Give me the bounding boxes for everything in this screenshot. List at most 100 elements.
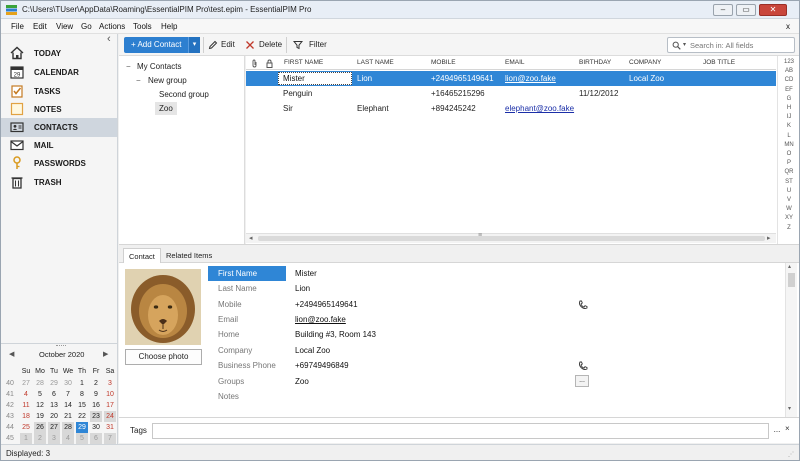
alphabet-index-item[interactable]: V	[778, 197, 799, 203]
calendar-day[interactable]: 14	[62, 400, 74, 411]
calendar-day[interactable]: 4	[62, 433, 74, 444]
calendar-day[interactable]: 1	[76, 378, 88, 389]
alphabet-index-item[interactable]: CD	[778, 77, 799, 83]
choose-photo-button[interactable]: Choose photo	[125, 349, 202, 365]
field-row[interactable]: Mobile +2494965149641	[208, 297, 768, 312]
calendar-day[interactable]: 7	[62, 389, 74, 400]
calendar-day[interactable]: 7	[104, 433, 116, 444]
minimize-button[interactable]: –	[713, 4, 733, 16]
tree-node-my-contacts[interactable]: My Contacts	[137, 62, 181, 71]
nav-notes[interactable]: NOTES	[1, 100, 117, 119]
calendar-day[interactable]: 6	[48, 389, 60, 400]
nav-contacts[interactable]: CONTACTS	[1, 118, 117, 137]
alphabet-index-item[interactable]: U	[778, 188, 799, 194]
cell-mobile[interactable]: +2494965149641	[431, 74, 494, 83]
menu-file[interactable]: File	[11, 22, 24, 31]
calendar-day[interactable]: 2	[90, 378, 102, 389]
calendar-day[interactable]: 28	[34, 378, 46, 389]
alphabet-index-item[interactable]: W	[778, 206, 799, 212]
field-value[interactable]: Zoo	[295, 377, 309, 386]
calendar-day[interactable]: 4	[20, 389, 32, 400]
cell-first-name[interactable]: Sir	[283, 104, 293, 113]
alphabet-index-item[interactable]: QR	[778, 169, 799, 175]
field-value[interactable]: Building #3, Room 143	[295, 330, 376, 339]
menu-go[interactable]: Go	[81, 22, 92, 31]
calendar-day[interactable]: 12	[34, 400, 46, 411]
calendar-day[interactable]: 15	[76, 400, 88, 411]
tree-collapse-toggle[interactable]: −	[136, 76, 141, 85]
calendar-day[interactable]: 30	[62, 378, 74, 389]
vertical-scrollbar[interactable]: ▴ ▾	[785, 263, 797, 417]
cell-first-name[interactable]: Penguin	[283, 89, 312, 98]
tags-more-button[interactable]: ...	[771, 424, 783, 438]
calendar-day[interactable]: 11	[20, 400, 32, 411]
calendar-day[interactable]: 19	[34, 411, 46, 422]
field-value[interactable]: +2494965149641	[295, 300, 358, 309]
calendar-day[interactable]: 28	[62, 422, 74, 433]
column-header-first-name[interactable]: FIRST NAME	[284, 59, 323, 66]
calendar-day[interactable]: 25	[20, 422, 32, 433]
nav-today[interactable]: TODAY	[1, 44, 117, 63]
cell-birthday[interactable]: 11/12/2012	[579, 89, 618, 98]
horizontal-scrollbar[interactable]: ◂ ≡ ▸	[246, 232, 776, 243]
calendar-day[interactable]: 6	[90, 433, 102, 444]
menu-help[interactable]: Help	[161, 22, 177, 31]
menu-actions[interactable]: Actions	[99, 22, 125, 31]
tab-contact[interactable]: Contact	[123, 248, 161, 263]
field-row[interactable]: Last Name Lion	[208, 281, 768, 296]
field-value[interactable]: Local Zoo	[295, 346, 330, 355]
scroll-right-icon[interactable]: ▸	[767, 234, 771, 242]
add-contact-dropdown[interactable]: ▾	[188, 37, 200, 53]
calendar-day[interactable]: 1	[20, 433, 32, 444]
calendar-day[interactable]: 18	[20, 411, 32, 422]
column-header-job-title[interactable]: JOB TITLE	[703, 59, 735, 66]
field-row[interactable]: Company Local Zoo	[208, 343, 768, 358]
tree-collapse-toggle[interactable]: −	[126, 62, 131, 71]
close-button[interactable]: ✕	[759, 4, 787, 16]
scroll-left-icon[interactable]: ◂	[249, 234, 253, 242]
table-row[interactable]: Sir Elephant +894245242 elephant@zoo.fak…	[246, 101, 776, 116]
cell-last-name[interactable]: Elephant	[357, 104, 389, 113]
column-header-mobile[interactable]: MOBILE	[431, 59, 456, 66]
calendar-day[interactable]: 13	[48, 400, 60, 411]
menu-edit[interactable]: Edit	[33, 22, 47, 31]
calendar-day[interactable]: 5	[34, 389, 46, 400]
cell-mobile[interactable]: +894245242	[431, 104, 476, 113]
groups-more-button[interactable]: ...	[575, 375, 589, 387]
lock-icon[interactable]	[266, 59, 273, 70]
alphabet-index-item[interactable]: AB	[778, 68, 799, 74]
alphabet-index-item[interactable]: L	[778, 133, 799, 139]
scroll-down-icon[interactable]: ▾	[788, 405, 791, 412]
nav-passwords[interactable]: PASSWORDS	[1, 154, 117, 173]
field-row[interactable]: Email lion@zoo.fake	[208, 312, 768, 327]
calendar-day[interactable]: 24	[104, 411, 116, 422]
phone-icon[interactable]	[578, 361, 588, 371]
alphabet-index-item[interactable]: O	[778, 151, 799, 157]
search-input[interactable]: ▾ Search in: All fields	[667, 37, 795, 53]
calendar-day[interactable]: 17	[104, 400, 116, 411]
alphabet-index-item[interactable]: G	[778, 96, 799, 102]
tree-node-new-group[interactable]: New group	[148, 76, 187, 85]
cell-email[interactable]: lion@zoo.fake	[505, 74, 556, 83]
alphabet-index-item[interactable]: Z	[778, 225, 799, 231]
phone-icon[interactable]	[578, 300, 588, 310]
menu-view[interactable]: View	[56, 22, 73, 31]
calendar-day[interactable]: 10	[104, 389, 116, 400]
nav-tasks[interactable]: TASKS	[1, 82, 117, 101]
alphabet-index-item[interactable]: K	[778, 123, 799, 129]
cell-last-name[interactable]: Lion	[357, 74, 372, 83]
scrollbar-thumb[interactable]: ≡	[258, 232, 765, 241]
column-header-birthday[interactable]: BIRTHDAY	[579, 59, 611, 66]
alphabet-index-item[interactable]: ST	[778, 179, 799, 185]
calendar-day[interactable]: 3	[104, 378, 116, 389]
delete-button[interactable]: Delete	[245, 38, 285, 52]
add-contact-button[interactable]: + Add Contact	[124, 37, 188, 53]
field-value[interactable]: Lion	[295, 284, 310, 293]
table-row[interactable]: Mister Lion +2494965149641 lion@zoo.fake…	[246, 71, 776, 86]
column-header-company[interactable]: COMPANY	[629, 59, 661, 66]
close-document-button[interactable]: x	[786, 22, 790, 31]
attachment-icon[interactable]	[251, 59, 258, 70]
alphabet-index-item[interactable]: IJ	[778, 114, 799, 120]
column-header-email[interactable]: EMAIL	[505, 59, 525, 66]
tree-node-second-group[interactable]: Second group	[159, 90, 209, 99]
